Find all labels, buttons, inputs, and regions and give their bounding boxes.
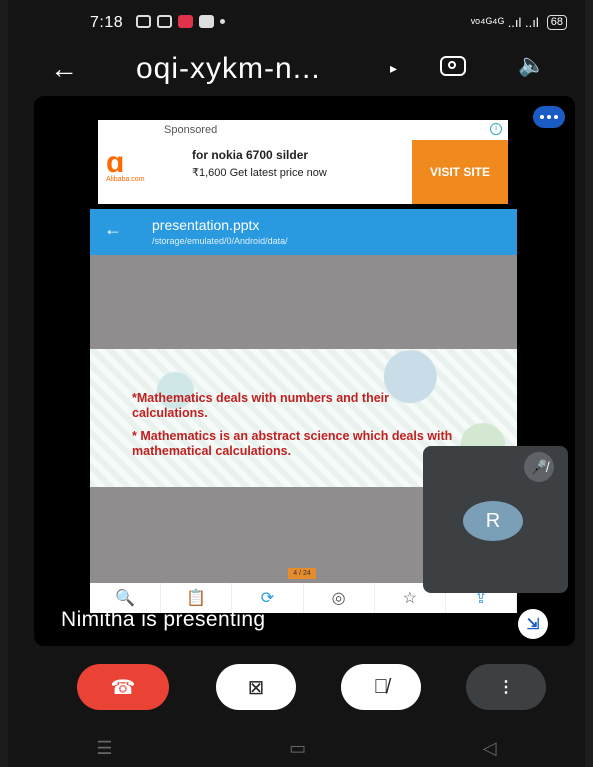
presenter-label: Nimitha is presenting: [61, 608, 266, 631]
phone-hangup-icon: ☎: [110, 676, 136, 699]
avatar: R: [463, 501, 523, 541]
ad-banner[interactable]: Sponsored i ɑ Alibaba.com for nokia 6700…: [98, 120, 508, 204]
phone-screen: 7:18 ᵛᵒ⁴ᴳ⁴ᴳ ..ıl ..ıl 68 ← oqi-xykm-n...…: [8, 0, 585, 767]
expand-icon[interactable]: ▸: [390, 60, 397, 77]
mic-off-icon: 🎙̸: [373, 675, 389, 698]
collapse-icon[interactable]: ⇲: [518, 609, 548, 639]
more-notifications-icon: [220, 19, 225, 24]
more-dots-icon[interactable]: [533, 106, 565, 128]
notification-icon: [136, 15, 151, 28]
ad-sponsored-label: Sponsored: [164, 124, 218, 136]
camera-toggle-button[interactable]: ⊠: [216, 664, 296, 710]
more-vert-icon: ⋮: [498, 679, 514, 696]
status-right: ᵛᵒ⁴ᴳ⁴ᴳ ..ıl ..ıl 68: [471, 15, 567, 30]
back-nav-icon[interactable]: ◁: [483, 738, 497, 759]
ad-subtext: ₹1,600 Get latest price now: [192, 167, 327, 179]
switch-camera-icon[interactable]: [440, 56, 466, 76]
notification-icon: [199, 15, 214, 28]
slide-text-line-1: *Mathematics deals with numbers and thei…: [132, 391, 390, 420]
notification-icon: [157, 15, 172, 28]
more-options-button[interactable]: ⋮: [466, 664, 546, 710]
meeting-code[interactable]: oqi-xykm-n...: [136, 52, 321, 86]
viewer-back-icon[interactable]: ←: [104, 219, 122, 240]
viewer-filename: presentation.pptx: [152, 217, 260, 233]
back-arrow-icon[interactable]: ←: [50, 53, 78, 85]
participant-tile[interactable]: 🎤̸ R: [423, 446, 568, 593]
page-indicator: 4 / 24: [288, 568, 316, 579]
presentation-frame: Sponsored i ɑ Alibaba.com for nokia 6700…: [34, 96, 575, 646]
battery-icon: 68: [546, 15, 567, 30]
status-bar: 7:18 ᵛᵒ⁴ᴳ⁴ᴳ ..ıl ..ıl 68: [8, 14, 585, 38]
meeting-top-bar: ← oqi-xykm-n... ▸ 🔈: [8, 50, 585, 90]
muted-mic-icon: 🎤̸: [524, 452, 554, 482]
youtube-icon: [178, 15, 193, 28]
speaker-icon[interactable]: 🔈: [518, 52, 545, 78]
end-call-button[interactable]: ☎: [77, 664, 169, 710]
viewer-filepath: /storage/emulated/0/Android/data/: [152, 236, 288, 246]
focus-icon[interactable]: ◎: [304, 583, 375, 613]
camera-off-icon: ⊠: [247, 676, 265, 699]
mic-toggle-button[interactable]: 🎙̸: [341, 664, 421, 710]
visit-site-button[interactable]: VISIT SITE: [412, 140, 508, 204]
status-time: 7:18: [90, 14, 124, 31]
system-nav-bar: ☰ ▭ ◁: [8, 732, 585, 764]
recents-icon[interactable]: ☰: [96, 738, 112, 759]
signal-icon: ᵛᵒ⁴ᴳ⁴ᴳ ..ıl ..ıl: [470, 15, 539, 30]
ad-info-icon[interactable]: i: [490, 123, 502, 135]
home-icon[interactable]: ▭: [289, 738, 306, 759]
viewer-header: ← presentation.pptx /storage/emulated/0/…: [90, 209, 517, 255]
notification-icons: [136, 15, 225, 28]
ad-headline: for nokia 6700 silder: [192, 148, 309, 162]
alibaba-logo: ɑ Alibaba.com: [106, 146, 145, 184]
